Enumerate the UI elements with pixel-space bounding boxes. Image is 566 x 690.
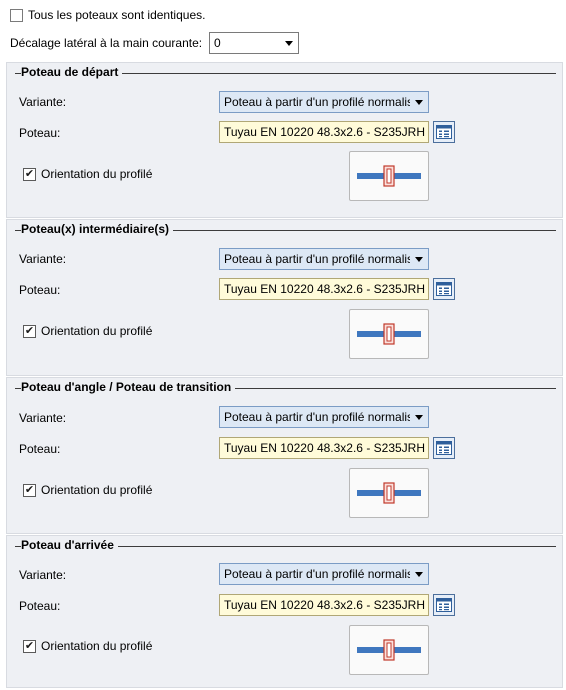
orientation-row[interactable]: ✔ Orientation du profilé xyxy=(23,483,152,497)
poteau-value: Tuyau EN 10220 48.3x2.6 - S235JRH xyxy=(224,598,426,612)
checkmark-icon: ✔ xyxy=(24,483,35,496)
poteau-label: Poteau: xyxy=(19,126,61,140)
variante-label: Variante: xyxy=(19,568,67,582)
orientation-row[interactable]: ✔ Orientation du profilé xyxy=(23,639,152,653)
profile-orientation-icon xyxy=(357,323,421,345)
catalog-icon xyxy=(436,598,452,612)
variante-value: Poteau à partir d'un profilé normalisé xyxy=(224,252,410,266)
variante-value: Poteau à partir d'un profilé normalisé xyxy=(224,410,410,424)
orientation-label: Orientation du profilé xyxy=(41,639,153,653)
catalog-icon xyxy=(436,282,452,296)
chevron-down-icon xyxy=(415,572,423,577)
orientation-checkbox[interactable]: ✔ xyxy=(23,483,36,497)
variante-select[interactable]: Poteau à partir d'un profilé normalisé xyxy=(219,563,429,585)
variante-select[interactable]: Poteau à partir d'un profilé normalisé xyxy=(219,248,429,270)
profile-orientation-icon xyxy=(357,639,421,661)
orientation-label: Orientation du profilé xyxy=(41,324,153,338)
identical-posts-row[interactable]: Tous les poteaux sont identiques. xyxy=(10,8,205,22)
profile-orientation-icon xyxy=(357,482,421,504)
checkmark-icon: ✔ xyxy=(24,324,35,337)
variante-label: Variante: xyxy=(19,252,67,266)
profile-orientation-button[interactable] xyxy=(349,309,429,359)
chevron-down-icon xyxy=(415,415,423,420)
poteau-field[interactable]: Tuyau EN 10220 48.3x2.6 - S235JRH xyxy=(219,594,429,616)
identical-posts-label: Tous les poteaux sont identiques. xyxy=(28,8,206,22)
chevron-down-icon xyxy=(415,100,423,105)
offset-value: 0 xyxy=(214,36,221,50)
poteau-field[interactable]: Tuyau EN 10220 48.3x2.6 - S235JRH xyxy=(219,437,429,459)
orientation-label: Orientation du profilé xyxy=(41,167,153,181)
poteau-value: Tuyau EN 10220 48.3x2.6 - S235JRH xyxy=(224,125,426,139)
variante-value: Poteau à partir d'un profilé normalisé xyxy=(224,95,410,109)
offset-select[interactable]: 0 xyxy=(209,32,299,54)
variante-label: Variante: xyxy=(19,95,67,109)
poteau-label: Poteau: xyxy=(19,283,61,297)
section-start-post: Poteau de départ Variante: Poteau à part… xyxy=(6,62,563,218)
profile-orientation-button[interactable] xyxy=(349,625,429,675)
poteau-value: Tuyau EN 10220 48.3x2.6 - S235JRH xyxy=(224,441,426,455)
section-title: Poteau d'angle / Poteau de transition xyxy=(21,380,236,394)
profile-orientation-icon xyxy=(357,165,421,187)
section-title: Poteau de départ xyxy=(21,65,123,79)
checkmark-icon: ✔ xyxy=(24,167,35,180)
section-title: Poteau(x) intermédiaire(s) xyxy=(21,222,174,236)
offset-row: Décalage latéral à la main courante: xyxy=(10,36,202,50)
poteau-label: Poteau: xyxy=(19,599,61,613)
poteau-value: Tuyau EN 10220 48.3x2.6 - S235JRH xyxy=(224,282,426,296)
variante-select[interactable]: Poteau à partir d'un profilé normalisé xyxy=(219,406,429,428)
chevron-down-icon xyxy=(285,41,293,46)
orientation-checkbox[interactable]: ✔ xyxy=(23,167,36,181)
orientation-label: Orientation du profilé xyxy=(41,483,153,497)
orientation-row[interactable]: ✔ Orientation du profilé xyxy=(23,167,152,181)
catalog-button[interactable] xyxy=(433,437,455,459)
checkmark-icon: ✔ xyxy=(24,639,35,652)
catalog-button[interactable] xyxy=(433,278,455,300)
variante-select[interactable]: Poteau à partir d'un profilé normalisé xyxy=(219,91,429,113)
orientation-row[interactable]: ✔ Orientation du profilé xyxy=(23,324,152,338)
offset-label: Décalage latéral à la main courante: xyxy=(10,36,203,50)
section-title: Poteau d'arrivée xyxy=(21,538,118,552)
orientation-checkbox[interactable]: ✔ xyxy=(23,324,36,338)
section-end-post: Poteau d'arrivée Variante: Poteau à part… xyxy=(6,535,563,688)
poteau-label: Poteau: xyxy=(19,442,61,456)
section-intermediate-post: Poteau(x) intermédiaire(s) Variante: Pot… xyxy=(6,219,563,376)
variante-value: Poteau à partir d'un profilé normalisé xyxy=(224,567,410,581)
poteau-field[interactable]: Tuyau EN 10220 48.3x2.6 - S235JRH xyxy=(219,121,429,143)
variante-label: Variante: xyxy=(19,411,67,425)
profile-orientation-button[interactable] xyxy=(349,468,429,518)
poteau-field[interactable]: Tuyau EN 10220 48.3x2.6 - S235JRH xyxy=(219,278,429,300)
profile-orientation-button[interactable] xyxy=(349,151,429,201)
catalog-button[interactable] xyxy=(433,121,455,143)
catalog-icon xyxy=(436,125,452,139)
identical-posts-checkbox[interactable] xyxy=(10,8,23,22)
catalog-icon xyxy=(436,441,452,455)
section-corner-post: Poteau d'angle / Poteau de transition Va… xyxy=(6,377,563,534)
chevron-down-icon xyxy=(415,257,423,262)
catalog-button[interactable] xyxy=(433,594,455,616)
orientation-checkbox[interactable]: ✔ xyxy=(23,639,36,653)
